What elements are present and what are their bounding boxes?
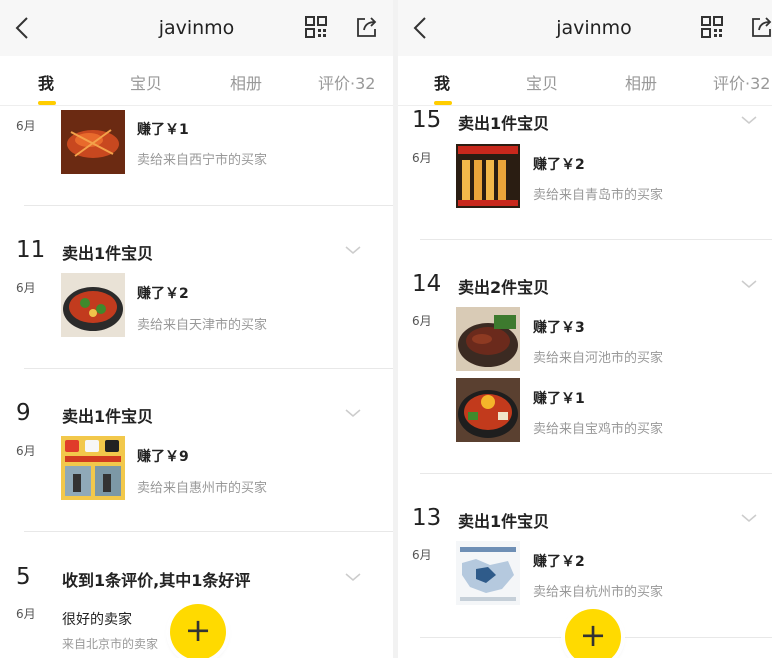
nav-bar: javinmo: [0, 0, 393, 56]
earned-amount: 赚了￥2: [533, 157, 585, 173]
earned-amount: 赚了￥1: [137, 122, 189, 138]
plus-icon: +: [579, 616, 607, 654]
right-screen: javinmo 我 宝贝 相册 评价·32 15 卖出1件宝贝 6月 赚了￥2 …: [398, 0, 772, 658]
buyer-location: 卖给来自河池市的买家: [533, 351, 664, 366]
earned-amount: 赚了￥3: [533, 320, 585, 336]
buyer-location: 卖给来自杭州市的买家: [533, 585, 664, 600]
share-icon[interactable]: [750, 15, 772, 39]
publish-fab-button[interactable]: +: [565, 609, 621, 658]
timeline-feed: 15 卖出1件宝贝 6月 赚了￥2 卖给来自青岛市的买家 14 卖出2件宝贝 6…: [398, 107, 772, 658]
chevron-down-icon[interactable]: [741, 513, 757, 523]
group-month: 6月: [16, 281, 36, 295]
qr-code-icon[interactable]: [305, 16, 327, 38]
buyer-location: 卖给来自宝鸡市的买家: [533, 422, 664, 437]
group-day: 9: [16, 400, 31, 426]
buyer-location: 卖给来自青岛市的买家: [533, 188, 664, 203]
tab-album[interactable]: 相册: [625, 70, 657, 94]
chevron-down-icon[interactable]: [741, 115, 757, 125]
tab-me[interactable]: 我: [434, 70, 450, 94]
group-headline: 卖出2件宝贝: [458, 278, 550, 297]
earned-amount: 赚了￥2: [533, 554, 585, 570]
group-day: 14: [412, 271, 442, 297]
item-thumbnail[interactable]: [456, 144, 520, 208]
separator: [420, 473, 772, 474]
item-thumbnail[interactable]: [61, 436, 125, 500]
separator: [24, 531, 393, 532]
group-day: 11: [16, 237, 46, 263]
tab-active-indicator: [38, 101, 56, 105]
chevron-down-icon[interactable]: [345, 572, 361, 582]
nav-bar: javinmo: [398, 0, 772, 56]
group-month: 6月: [412, 548, 432, 562]
chevron-down-icon[interactable]: [345, 408, 361, 418]
item-thumbnail[interactable]: [456, 541, 520, 605]
item-thumbnail[interactable]: [456, 378, 520, 442]
group-month: 6月: [16, 607, 36, 621]
publish-fab-button[interactable]: +: [170, 604, 226, 658]
group-day: 13: [412, 505, 442, 531]
group-day: 15: [412, 107, 442, 133]
buyer-location: 卖给来自天津市的买家: [137, 318, 268, 333]
group-headline: 收到1条评价,其中1条好评: [62, 571, 251, 590]
chevron-down-icon[interactable]: [345, 245, 361, 255]
tab-reviews[interactable]: 评价·32: [713, 70, 770, 94]
plus-icon: +: [184, 611, 212, 649]
tab-bar: 我 宝贝 相册 评价·32: [398, 56, 772, 106]
tab-bar: 我 宝贝 相册 评价·32: [0, 56, 393, 106]
chevron-down-icon[interactable]: [741, 279, 757, 289]
item-thumbnail[interactable]: [61, 273, 125, 337]
tab-reviews[interactable]: 评价·32: [318, 70, 375, 94]
review-text: 很好的卖家: [62, 612, 132, 628]
separator: [420, 239, 772, 240]
tab-items[interactable]: 宝贝: [130, 70, 162, 94]
page-title: javinmo: [158, 17, 235, 39]
tab-active-indicator: [434, 101, 452, 105]
buyer-location: 卖给来自惠州市的买家: [137, 481, 268, 496]
item-thumbnail[interactable]: [456, 307, 520, 371]
group-headline: 卖出1件宝贝: [458, 512, 550, 531]
group-day: 5: [16, 564, 31, 590]
timeline-feed: 6月 赚了￥1 卖给来自西宁市的买家 11 卖出1件宝贝 6月 赚了￥2 卖给来…: [0, 107, 393, 658]
separator: [24, 368, 393, 369]
earned-amount: 赚了￥1: [533, 391, 585, 407]
buyer-location: 卖给来自西宁市的买家: [137, 153, 268, 168]
group-headline: 卖出1件宝贝: [62, 244, 154, 263]
earned-amount: 赚了￥2: [137, 286, 189, 302]
share-icon[interactable]: [355, 15, 379, 39]
tab-me[interactable]: 我: [38, 70, 54, 94]
item-thumbnail[interactable]: [61, 110, 125, 174]
separator: [24, 205, 393, 206]
group-headline: 卖出1件宝贝: [62, 407, 154, 426]
earned-amount: 赚了￥9: [137, 449, 189, 465]
group-month: 6月: [16, 119, 36, 133]
group-headline: 卖出1件宝贝: [458, 114, 550, 133]
group-month: 6月: [16, 444, 36, 458]
tab-items[interactable]: 宝贝: [526, 70, 558, 94]
left-screen: javinmo 我 宝贝 相册 评价·32 6月 赚了￥1 卖给来自西宁市的买家…: [0, 0, 393, 658]
group-month: 6月: [412, 151, 432, 165]
group-month: 6月: [412, 314, 432, 328]
qr-code-icon[interactable]: [701, 16, 723, 38]
tab-album[interactable]: 相册: [230, 70, 262, 94]
review-source: 来自北京市的卖家: [62, 637, 159, 651]
